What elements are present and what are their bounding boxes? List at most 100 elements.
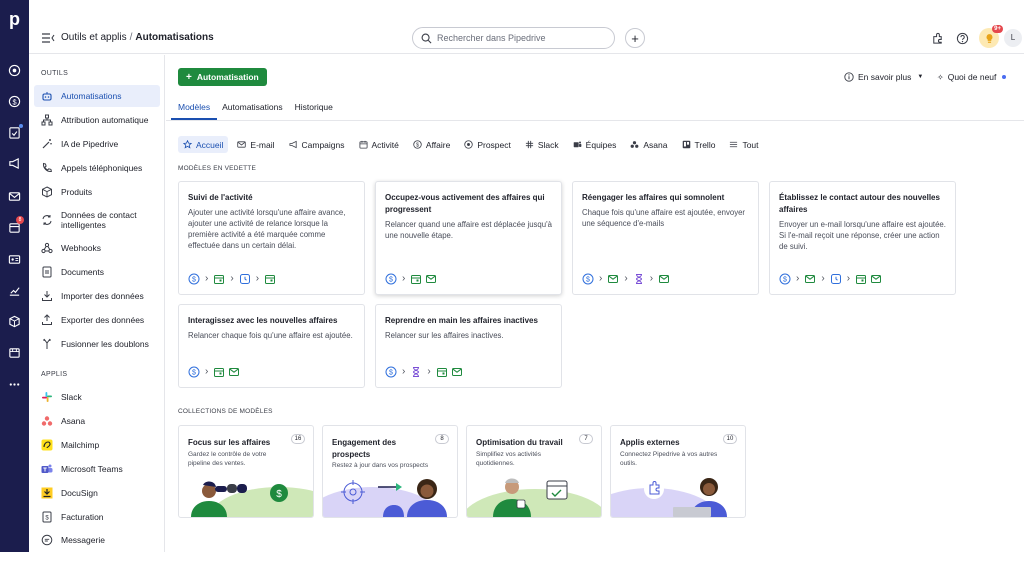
more-icon[interactable]: [6, 376, 23, 393]
collection-card[interactable]: Applis externes 10 Connectez Pipedrive à…: [610, 425, 746, 518]
template-title: Occupez-vous activement des affaires qui…: [385, 193, 545, 214]
sidebar-item-messaging[interactable]: Messagerie: [34, 529, 160, 551]
chevron-right-icon: ›: [624, 273, 628, 284]
template-flow: $ › › ›: [779, 273, 882, 285]
filter-trello[interactable]: Trello: [677, 136, 721, 153]
template-card[interactable]: Réengager les affaires qui somnolent Cha…: [572, 181, 759, 295]
learn-more-dropdown[interactable]: En savoir plus ▼: [844, 72, 923, 82]
add-automation-button[interactable]: + Automatisation: [178, 68, 267, 86]
collection-description: Gardez le contrôle de votre pipeline des…: [188, 451, 267, 467]
chevron-right-icon: ›: [846, 273, 851, 284]
filter-deal[interactable]: $ Affaire: [408, 136, 455, 153]
filter-campaigns[interactable]: Campaigns: [284, 136, 350, 153]
search-box[interactable]: [412, 27, 615, 49]
lightbulb-icon[interactable]: 9+: [979, 25, 1003, 48]
sidebar-item-documents[interactable]: Documents: [34, 261, 160, 283]
dollar-icon[interactable]: $: [6, 93, 23, 110]
sidebar-item-slack[interactable]: Slack: [34, 386, 160, 408]
insights-icon[interactable]: [6, 282, 23, 299]
dollar-icon: $: [188, 273, 200, 285]
svg-text:$: $: [586, 277, 590, 284]
mail-icon: [607, 273, 619, 285]
sidebar-item-docusign[interactable]: DocuSign: [34, 482, 160, 504]
filter-all[interactable]: Tout: [724, 136, 763, 153]
template-card[interactable]: Occupez-vous activement des affaires qui…: [375, 181, 562, 295]
teams-icon: [41, 463, 53, 475]
sidebar-item-import[interactable]: Importer des données: [34, 285, 160, 307]
collection-card[interactable]: Engagement des prospects 8 Restez à jour…: [322, 425, 458, 518]
sidebar-item-automations[interactable]: Automatisations: [34, 85, 160, 107]
products-icon[interactable]: [6, 313, 23, 330]
collection-title: Applis externes: [620, 438, 680, 447]
sidebar-item-label: Attribution automatique: [61, 115, 149, 125]
sidebar-item-merge[interactable]: Fusionner les doublons: [34, 333, 160, 355]
whats-new-link[interactable]: ✧ Quoi de neuf: [937, 72, 1007, 82]
extensions-icon[interactable]: [929, 30, 945, 46]
filter-teams[interactable]: Équipes: [568, 136, 622, 153]
dollar-icon: $: [385, 366, 397, 378]
filter-lead[interactable]: Prospect: [459, 136, 516, 153]
avatar[interactable]: L: [1004, 29, 1022, 47]
template-card[interactable]: Reprendre en main les affaires inactives…: [375, 304, 562, 388]
target-icon[interactable]: [6, 62, 23, 79]
mail-icon[interactable]: [6, 188, 23, 205]
sidebar-item-calls[interactable]: Appels téléphoniques: [34, 157, 160, 179]
tab-templates[interactable]: Modèles: [171, 102, 218, 120]
sidebar-item-webhooks[interactable]: Webhooks: [34, 237, 160, 259]
tab-history[interactable]: Historique: [295, 102, 333, 120]
template-card[interactable]: Suivi de l'activité Ajouter une activité…: [178, 181, 365, 295]
sidebar-item-label: Mailchimp: [61, 440, 100, 450]
collection-count: 8: [435, 434, 449, 444]
template-card[interactable]: Interagissez avec les nouvelles affaires…: [178, 304, 365, 388]
sidebar-item-asana[interactable]: Asana: [34, 410, 160, 432]
sidebar-item-teams[interactable]: Microsoft Teams: [34, 458, 160, 480]
main-content: + Automatisation En savoir plus ▼ ✧ Quoi …: [166, 55, 1024, 552]
quick-add-button[interactable]: +: [625, 28, 645, 48]
sidebar-item-smart-contact-data[interactable]: Données de contact intelligentes: [34, 205, 160, 235]
add-automation-label: Automatisation: [196, 72, 259, 82]
calendar-icon[interactable]: 8: [6, 216, 24, 236]
filter-label: Asana: [643, 139, 668, 150]
sidebar-item-invoicing[interactable]: $ Facturation: [34, 506, 160, 528]
help-icon[interactable]: [954, 30, 970, 46]
filter-asana[interactable]: Asana: [625, 136, 672, 153]
filter-home[interactable]: Accueil: [178, 136, 229, 153]
search-input[interactable]: [437, 33, 607, 43]
caret-down-icon: ▼: [917, 74, 924, 80]
collection-count: 10: [723, 434, 737, 444]
filter-email[interactable]: E-mail: [232, 136, 279, 153]
tab-automations[interactable]: Automatisations: [222, 102, 282, 120]
template-title: Établissez le contact autour des nouvell…: [779, 193, 940, 214]
learn-more-label: En savoir plus: [858, 72, 912, 82]
sidebar-item-mailchimp[interactable]: Mailchimp: [34, 434, 160, 456]
trello-icon: [682, 140, 690, 149]
magic-wand-icon: [41, 138, 53, 150]
sidebar-item-auto-assign[interactable]: Attribution automatique: [34, 109, 160, 131]
filter-activity[interactable]: Activité: [354, 136, 404, 153]
collections-section-title: COLLECTIONS DE MODÈLES: [178, 408, 273, 415]
sidebar-item-export[interactable]: Exporter des données: [34, 309, 160, 331]
chevron-right-icon: ›: [402, 366, 406, 377]
sidebar-item-ai[interactable]: IA de Pipedrive: [34, 133, 160, 155]
collection-title: Engagement des prospects: [332, 438, 397, 459]
collection-card[interactable]: Optimisation du travail 7 Simplifiez vos…: [466, 425, 602, 518]
collection-card[interactable]: Focus sur les affaires 16 Gardez le cont…: [178, 425, 314, 518]
contacts-icon[interactable]: [6, 251, 23, 268]
calendar-icon: [436, 366, 448, 378]
svg-text:$: $: [389, 370, 393, 377]
docusign-icon: [41, 487, 53, 499]
chevron-right-icon: ›: [255, 273, 260, 284]
breadcrumb-parent[interactable]: Outils et applis: [61, 32, 127, 43]
plus-icon: +: [186, 71, 192, 83]
chevron-right-icon: ›: [205, 273, 209, 284]
marketplace-icon[interactable]: [6, 344, 23, 361]
filter-slack[interactable]: Slack: [520, 136, 564, 153]
megaphone-icon[interactable]: [6, 155, 23, 172]
template-card[interactable]: Établissez le contact autour des nouvell…: [769, 181, 956, 295]
activity-icon[interactable]: [6, 124, 23, 141]
org-chart-icon: [41, 114, 53, 126]
sidebar-item-products[interactable]: Produits: [34, 181, 160, 203]
svg-text:$: $: [416, 142, 419, 148]
collapse-menu-icon[interactable]: [41, 32, 55, 44]
pipedrive-logo[interactable]: p: [0, 6, 29, 32]
